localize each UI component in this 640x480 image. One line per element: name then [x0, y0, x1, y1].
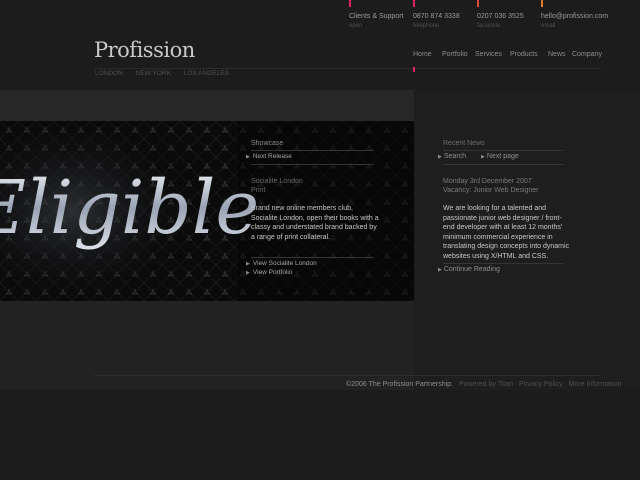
nav-company[interactable]: Company [572, 51, 602, 58]
city-list: LONDON NEW YORK LOS ANGELES [95, 70, 240, 77]
nav-home[interactable]: Home [413, 51, 432, 58]
contact-label: email [541, 23, 556, 29]
news-body: We are looking for a talented and passio… [443, 205, 570, 260]
city-los-angeles: LOS ANGELES [183, 70, 229, 77]
divider [443, 150, 563, 151]
recent-news-title: Recent News [443, 140, 485, 147]
footer-divider [94, 375, 601, 376]
arrow-right-icon: ▶ [246, 154, 250, 160]
showcase-title: Showcase [251, 140, 284, 147]
powered-by-link[interactable]: Powered by Titan [459, 381, 513, 388]
arrow-right-icon: ▶ [246, 270, 250, 276]
divider [251, 150, 374, 151]
showcase-description: Brand new online members club, Socialite… [251, 205, 379, 241]
eligible-wordmark: Eligible [0, 165, 259, 251]
site-logo[interactable]: Profission [94, 38, 195, 62]
view-portfolio-label: View Portfolio [252, 269, 293, 276]
divider [251, 164, 374, 165]
showcase-top-band [0, 90, 414, 121]
city-london: LONDON [95, 70, 123, 77]
nav-news[interactable]: News [548, 51, 566, 58]
arrow-right-icon: ▶ [438, 154, 442, 160]
more-information-link[interactable]: More Information [569, 381, 622, 388]
showcase-client: Socialite London [251, 178, 303, 185]
city-new-york: NEW YORK [135, 70, 171, 77]
nav-services[interactable]: Services [475, 51, 502, 58]
contact-value: Clients & Support [349, 13, 404, 20]
contact-accent-bar [477, 0, 479, 7]
divider [443, 164, 563, 165]
copyright: ©2006 The Profission Partnership. [346, 381, 453, 388]
next-release-label: Next Release [252, 153, 292, 160]
search-label: Search [443, 153, 467, 160]
continue-reading-link[interactable]: ▶ Continue Reading [438, 266, 500, 273]
view-client-label: View Socialite London [252, 260, 317, 267]
contact-label: telephone [413, 23, 440, 29]
contact-value: 0870 874 3338 [413, 13, 460, 20]
nav-portfolio[interactable]: Portfolio [442, 51, 468, 58]
contact-accent-bar [349, 0, 351, 7]
contact-label: facsimile [477, 23, 501, 29]
arrow-right-icon: ▶ [438, 267, 442, 273]
arrow-right-icon: ▶ [481, 154, 485, 160]
privacy-policy-link[interactable]: Privacy Policy [519, 381, 563, 388]
contact-label: open [349, 23, 363, 29]
continue-reading-label: Continue Reading [443, 266, 500, 273]
showcase-bottom-band [0, 301, 414, 390]
footer: ©2006 The Profission Partnership. Powere… [346, 381, 621, 388]
divider [443, 263, 563, 264]
view-portfolio-link[interactable]: ▶ View Portfolio [246, 269, 292, 276]
contact-value: 0207 036 3525 [477, 13, 524, 20]
news-headline: Vacancy: Junior Web Designer [443, 187, 539, 194]
search-link[interactable]: ▶ Search [438, 153, 466, 160]
nav-active-indicator [413, 67, 415, 72]
showcase-type: Print [251, 187, 266, 194]
next-page-label: Next page [486, 153, 519, 160]
divider [251, 257, 374, 258]
next-page-link[interactable]: ▶ Next page [481, 153, 519, 160]
contact-accent-bar [541, 0, 543, 7]
arrow-right-icon: ▶ [246, 261, 250, 267]
next-release-link[interactable]: ▶ Next Release [246, 153, 292, 160]
header-divider [94, 68, 601, 69]
email-link[interactable]: hello@profission.com [541, 13, 608, 20]
news-date: Monday 3rd December 2007 [443, 178, 532, 185]
nav-products[interactable]: Products [510, 51, 538, 58]
view-client-link[interactable]: ▶ View Socialite London [246, 260, 317, 267]
contact-accent-bar [413, 0, 415, 7]
